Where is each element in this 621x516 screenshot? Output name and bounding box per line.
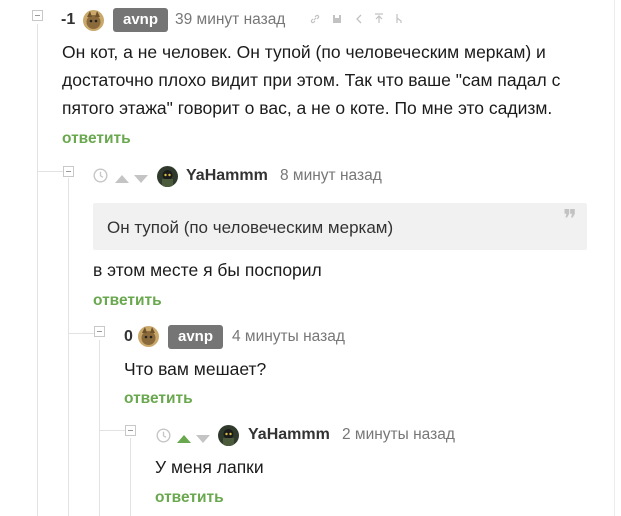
upvote-icon[interactable] (115, 170, 129, 188)
comment-rating: 0 (124, 328, 133, 345)
save-icon[interactable] (332, 14, 342, 27)
reply-link[interactable]: ответить (124, 390, 193, 408)
quote-text: Он тупой (по человеческим меркам) (107, 218, 394, 237)
comment-time[interactable]: 8 минут назад (280, 167, 382, 185)
comment-author[interactable]: YaHammm (248, 426, 330, 444)
collapse-toggle[interactable] (94, 326, 105, 337)
reply-link[interactable]: ответить (93, 292, 162, 310)
thread-line (99, 340, 100, 516)
quote-block: Он тупой (по человеческим меркам) ❞ (93, 203, 587, 250)
collapse-toggle[interactable] (63, 166, 74, 177)
avatar[interactable] (157, 166, 178, 187)
downvote-icon[interactable] (196, 431, 210, 449)
top-icon[interactable] (374, 13, 384, 27)
avatar[interactable] (138, 326, 159, 347)
thread-connector (37, 171, 63, 172)
comment-text: в этом месте я бы поспорил (93, 260, 322, 280)
comment-text: У меня лапки (155, 457, 264, 477)
avatar[interactable] (83, 10, 104, 31)
downvote-icon[interactable] (134, 171, 148, 189)
username-badge[interactable]: avnp (113, 8, 169, 32)
comment-text-line: пятого этажа" говорит о вас, а не о коте… (62, 98, 553, 118)
comment-time[interactable]: 4 минуты назад (232, 328, 345, 346)
comment-text-line: достаточно плохо видит при этом. Так что… (62, 70, 561, 90)
thread-line (68, 178, 69, 516)
comment-text: Что вам мешает? (124, 359, 267, 379)
comment-text-line: Он кот, а не человек. Он тупой (по челов… (62, 42, 546, 62)
collapse-toggle[interactable] (32, 10, 43, 21)
link-icon[interactable] (310, 14, 320, 27)
thread-line (37, 24, 38, 516)
comment-author[interactable]: YaHammm (186, 167, 268, 185)
quote-icon: ❞ (563, 205, 577, 235)
comment-time[interactable]: 39 минут назад (175, 11, 285, 29)
clock-icon (93, 168, 108, 188)
thread-line (130, 438, 131, 516)
comment-time[interactable]: 2 минуты назад (342, 426, 455, 444)
comment-text: Он кот, а не человек. Он тупой (по челов… (62, 38, 560, 122)
thread-connector (68, 333, 94, 334)
page-edge-line (614, 0, 615, 516)
avatar[interactable] (218, 425, 239, 446)
collapse-toggle[interactable] (125, 425, 136, 436)
thread-connector (99, 430, 125, 431)
branch-icon[interactable] (394, 13, 404, 27)
comment-rating: -1 (61, 11, 76, 28)
clock-icon (156, 428, 171, 448)
upvote-icon[interactable] (177, 430, 191, 448)
less-icon[interactable] (354, 14, 364, 27)
reply-link[interactable]: ответить (155, 489, 224, 507)
username-badge[interactable]: avnp (168, 325, 224, 349)
reply-link[interactable]: ответить (62, 130, 131, 148)
